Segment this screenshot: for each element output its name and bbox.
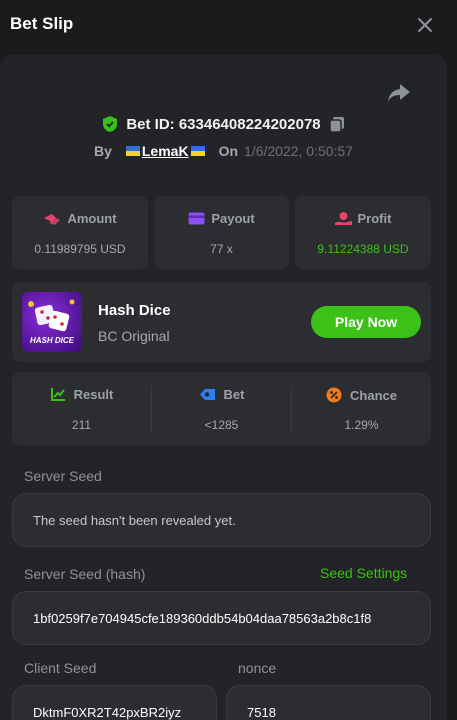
ukraine-flag-icon (190, 146, 205, 156)
payout-label: Payout (211, 211, 255, 226)
client-seed-label: Client Seed (24, 660, 97, 676)
profit-value: 9.11224388 USD (317, 242, 409, 256)
game-subtitle: BC Original (98, 328, 170, 344)
game-thumb-text: HASH DICE (29, 336, 74, 345)
game-name: Hash Dice (98, 302, 171, 319)
profit-card: Profit 9.11224388 USD (295, 196, 431, 269)
bet-value: <1285 (204, 418, 239, 432)
server-seed-field[interactable]: The seed hasn't been revealed yet. (12, 493, 431, 547)
server-seed-hash-label: Server Seed (hash) (24, 566, 146, 582)
bet-id-row: Bet ID: 63346408224202078 (0, 113, 447, 135)
server-seed-hash-field[interactable]: 1bf0259f7e704945cfe189360ddb54b04daa7856… (12, 591, 431, 645)
bet-detail-panel: Bet ID: 63346408224202078 By LemaK On 1/… (0, 55, 447, 720)
bet-date: 1/6/2022, 0:50:57 (244, 143, 354, 159)
amount-value: 0.11989795 USD (34, 242, 126, 256)
result-cell: Result 211 (12, 372, 151, 445)
profit-label: Profit (357, 211, 392, 226)
bet-meta-row: By LemaK On 1/6/2022, 0:50:57 (0, 141, 447, 161)
ukraine-flag-icon (125, 146, 140, 156)
close-icon[interactable] (416, 16, 434, 34)
profit-icon (334, 212, 352, 225)
bet-id: Bet ID: 63346408224202078 (126, 115, 321, 133)
user-link[interactable]: LemaK (125, 143, 205, 159)
chance-label: Chance (350, 387, 397, 403)
game-thumbnail[interactable]: HASH DICE (22, 292, 82, 352)
header: Bet Slip (0, 0, 457, 55)
seed-settings-link[interactable]: Seed Settings (320, 565, 407, 581)
payout-value: 77 x (210, 242, 233, 256)
bet-label: Bet (223, 387, 245, 402)
by-label: By (93, 143, 112, 159)
payout-card: Payout 77 x (154, 196, 289, 269)
result-value: 211 (71, 418, 92, 432)
bet-icon (199, 389, 215, 400)
chance-cell: Chance 1.29% (292, 372, 431, 445)
chance-value: 1.29% (344, 418, 379, 432)
amount-icon (44, 213, 61, 225)
user-name: LemaK (141, 143, 189, 159)
server-seed-label: Server Seed (24, 468, 102, 484)
result-label: Result (73, 387, 114, 402)
game-card: HASH DICE Hash Dice BC Original Play Now (12, 282, 431, 362)
result-icon (50, 388, 65, 401)
on-label: On (218, 143, 239, 159)
copy-icon[interactable] (328, 116, 345, 133)
amount-card: Amount 0.11989795 USD (12, 196, 148, 269)
play-now-button[interactable]: Play Now (311, 306, 421, 338)
shield-check-icon (103, 116, 118, 132)
nonce-label: nonce (238, 660, 277, 676)
chance-icon (326, 387, 342, 403)
nonce-field[interactable]: 7518 (226, 685, 431, 720)
payout-icon (188, 212, 205, 225)
page-title: Bet Slip (10, 14, 74, 33)
bet-cell: Bet <1285 (152, 372, 291, 445)
share-icon[interactable] (386, 82, 412, 104)
client-seed-field[interactable]: DktmF0XR2T42pxBR2iyz (12, 685, 217, 720)
result-card: Result 211 Bet <1285 Chance 1.29% (12, 372, 431, 445)
amount-label: Amount (67, 211, 117, 226)
